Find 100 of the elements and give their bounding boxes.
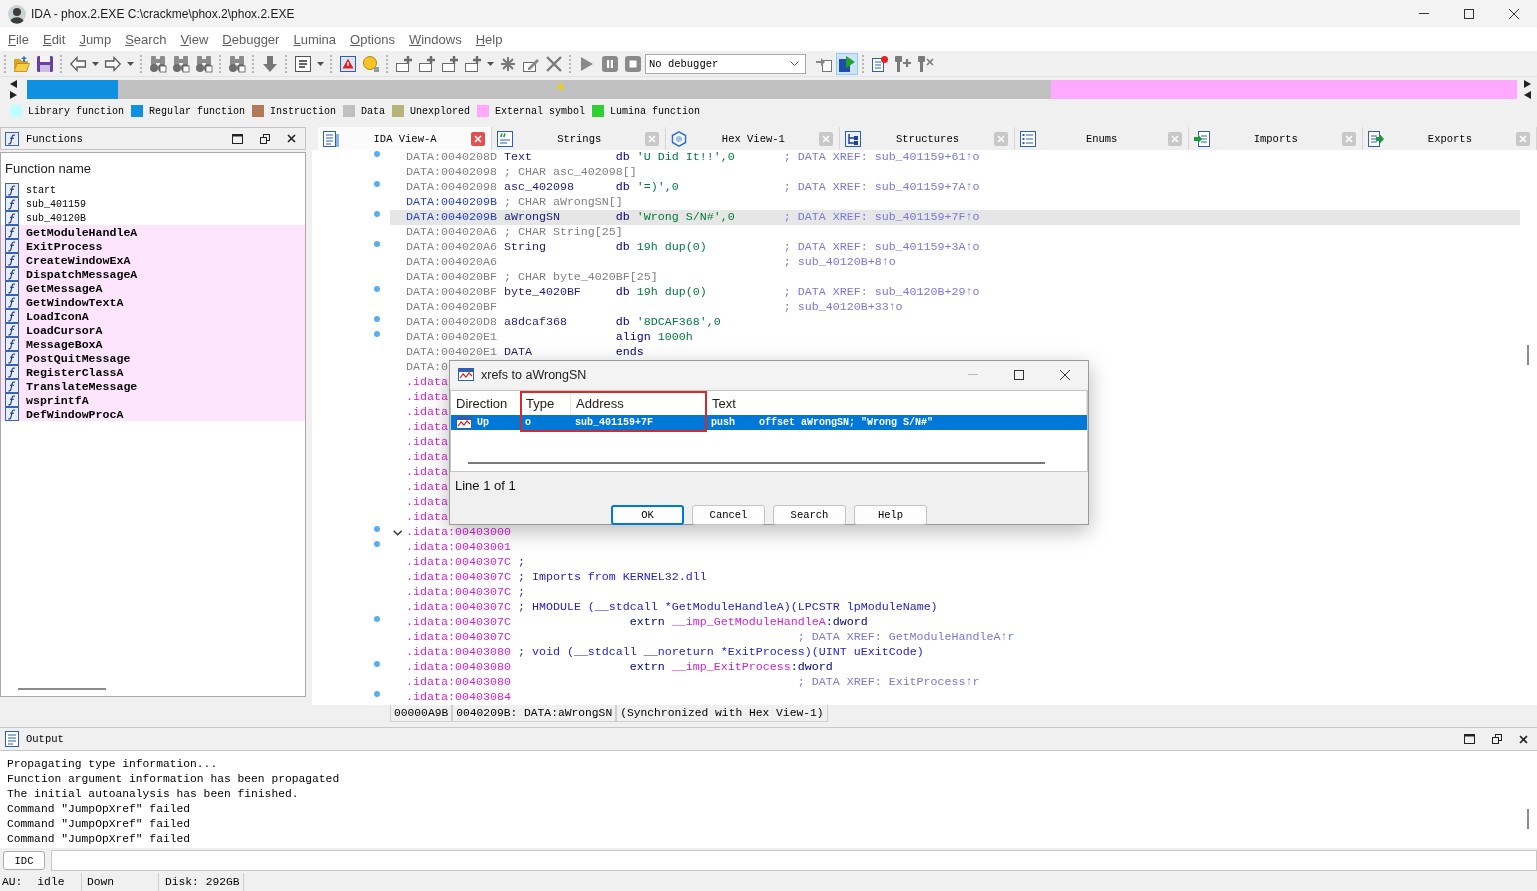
dialog-button[interactable]: Cancel bbox=[692, 505, 765, 525]
caret-icon[interactable] bbox=[486, 61, 494, 66]
scrollbar-thumb[interactable] bbox=[1527, 809, 1529, 829]
play-box-icon[interactable] bbox=[835, 52, 858, 75]
function-item[interactable]: PostQuitMessage bbox=[1, 351, 305, 365]
right-arrow-icon[interactable] bbox=[1523, 79, 1531, 88]
open-folder-icon[interactable] bbox=[13, 55, 30, 72]
save-icon[interactable] bbox=[36, 55, 53, 72]
warning-icon[interactable] bbox=[339, 55, 356, 72]
column-header[interactable]: Type bbox=[526, 395, 555, 411]
binoculars-icon[interactable] bbox=[228, 55, 245, 72]
function-item[interactable]: TranslateMessage bbox=[1, 379, 305, 393]
function-item[interactable]: GetMessageA bbox=[1, 281, 305, 295]
function-item[interactable]: sub_40120B bbox=[1, 211, 305, 225]
legend-label: Instruction bbox=[270, 105, 337, 117]
back-arrow-icon[interactable] bbox=[69, 55, 86, 72]
function-item[interactable]: sub_401159 bbox=[1, 197, 305, 211]
text-box-icon[interactable] bbox=[294, 55, 311, 72]
wrench-x-icon[interactable] bbox=[917, 55, 934, 72]
add-icon[interactable] bbox=[418, 55, 435, 72]
maximize-icon[interactable] bbox=[1463, 8, 1474, 19]
function-item[interactable]: start bbox=[1, 183, 305, 197]
menu-item[interactable]: Windows bbox=[408, 31, 462, 47]
scrollbar-thumb[interactable] bbox=[1527, 345, 1529, 365]
function-item[interactable]: ExitProcess bbox=[1, 239, 305, 253]
forward-arrow-icon[interactable] bbox=[104, 55, 121, 72]
menu-item[interactable]: Jump bbox=[79, 31, 112, 47]
function-item[interactable]: GetWindowTextA bbox=[1, 295, 305, 309]
right-arrow-icon[interactable] bbox=[10, 90, 17, 99]
arrow-box-icon[interactable] bbox=[815, 55, 832, 72]
chevron-down-icon[interactable] bbox=[790, 61, 799, 66]
stop-icon[interactable] bbox=[624, 55, 641, 72]
restore-icon[interactable] bbox=[259, 133, 270, 144]
column-header[interactable]: Address bbox=[576, 395, 624, 411]
pause-icon[interactable] bbox=[601, 55, 618, 72]
function-icon bbox=[5, 131, 19, 146]
restore-icon[interactable] bbox=[1491, 734, 1502, 744]
function-item[interactable]: DefWindowProcA bbox=[1, 407, 305, 421]
scrollbar-thumb[interactable] bbox=[18, 688, 106, 690]
close-icon[interactable] bbox=[1519, 734, 1528, 744]
column-header[interactable]: Text bbox=[712, 395, 736, 411]
function-item[interactable]: RegisterClassA bbox=[1, 365, 305, 379]
code-line: .idata:00403000 bbox=[406, 525, 511, 540]
scrollbar-thumb[interactable] bbox=[468, 462, 1045, 464]
menu-item[interactable]: File bbox=[8, 31, 29, 47]
left-arrow-icon[interactable] bbox=[1523, 90, 1531, 99]
binoculars-icon[interactable] bbox=[195, 55, 212, 72]
menu-item[interactable]: View bbox=[180, 31, 209, 47]
down-arrow-icon[interactable] bbox=[261, 55, 278, 72]
menu-item[interactable]: Options bbox=[350, 31, 395, 47]
minimize-icon[interactable] bbox=[1418, 13, 1429, 14]
close-icon[interactable] bbox=[1060, 369, 1070, 380]
maximize-icon[interactable] bbox=[1014, 369, 1024, 380]
navigation-band[interactable] bbox=[27, 79, 1517, 99]
dialog-button[interactable]: OK bbox=[611, 505, 684, 525]
position-marker-icon[interactable] bbox=[557, 82, 565, 91]
binoculars-icon[interactable] bbox=[172, 55, 189, 72]
delete-icon[interactable] bbox=[545, 55, 562, 72]
function-item[interactable]: wsprintfA bbox=[1, 393, 305, 407]
function-item[interactable]: LoadIconA bbox=[1, 309, 305, 323]
function-icon bbox=[5, 197, 19, 211]
debugger-select[interactable]: No debugger bbox=[645, 53, 806, 74]
menu-item[interactable]: Search bbox=[125, 31, 167, 47]
add-icon[interactable] bbox=[441, 55, 458, 72]
binoculars-icon[interactable] bbox=[149, 55, 166, 72]
chevron-down-icon[interactable] bbox=[393, 529, 402, 536]
function-icon bbox=[5, 365, 19, 379]
function-item[interactable]: MessageBoxA bbox=[1, 337, 305, 351]
function-item[interactable]: LoadCursorA bbox=[1, 323, 305, 337]
dialog-button[interactable]: Search bbox=[773, 505, 846, 525]
function-item[interactable]: CreateWindowExA bbox=[1, 253, 305, 267]
play-icon[interactable] bbox=[578, 55, 595, 72]
document-arrow-icon bbox=[1193, 130, 1210, 147]
caret-icon[interactable] bbox=[126, 61, 134, 66]
close-icon[interactable] bbox=[287, 134, 296, 143]
column-header[interactable]: Direction bbox=[456, 395, 508, 411]
tab[interactable]: IDA View-A bbox=[318, 127, 493, 150]
asterisk-icon[interactable] bbox=[499, 55, 516, 72]
left-arrow-icon[interactable] bbox=[10, 79, 17, 88]
caret-icon[interactable] bbox=[91, 61, 99, 66]
add-icon[interactable] bbox=[395, 55, 412, 72]
menu-item[interactable]: Help bbox=[475, 31, 503, 47]
add-icon[interactable] bbox=[464, 55, 481, 72]
close-icon[interactable] bbox=[1508, 8, 1519, 19]
bulb-icon[interactable] bbox=[362, 55, 379, 72]
maximize-icon[interactable] bbox=[1464, 734, 1475, 744]
caret-icon[interactable] bbox=[316, 61, 324, 66]
menu-item[interactable]: Debugger bbox=[222, 31, 280, 47]
function-item[interactable]: GetModuleHandleA bbox=[1, 225, 305, 239]
command-input[interactable] bbox=[51, 850, 1537, 871]
language-button[interactable]: IDC bbox=[3, 851, 45, 870]
menu-item[interactable]: Lumina bbox=[293, 31, 337, 47]
column-header[interactable]: Function name bbox=[5, 160, 91, 176]
function-item[interactable]: DispatchMessageA bbox=[1, 267, 305, 281]
dialog-button[interactable]: Help bbox=[854, 505, 927, 525]
maximize-icon[interactable] bbox=[232, 133, 243, 144]
document-pin-icon[interactable] bbox=[871, 55, 888, 72]
xref-row[interactable]: Up o sub_401159+7F push offset aWrongSN; "Wrong S/N#" bbox=[451, 415, 1087, 430]
wrench-plus-icon[interactable] bbox=[894, 55, 911, 72]
menu-item[interactable]: Edit bbox=[42, 31, 66, 47]
